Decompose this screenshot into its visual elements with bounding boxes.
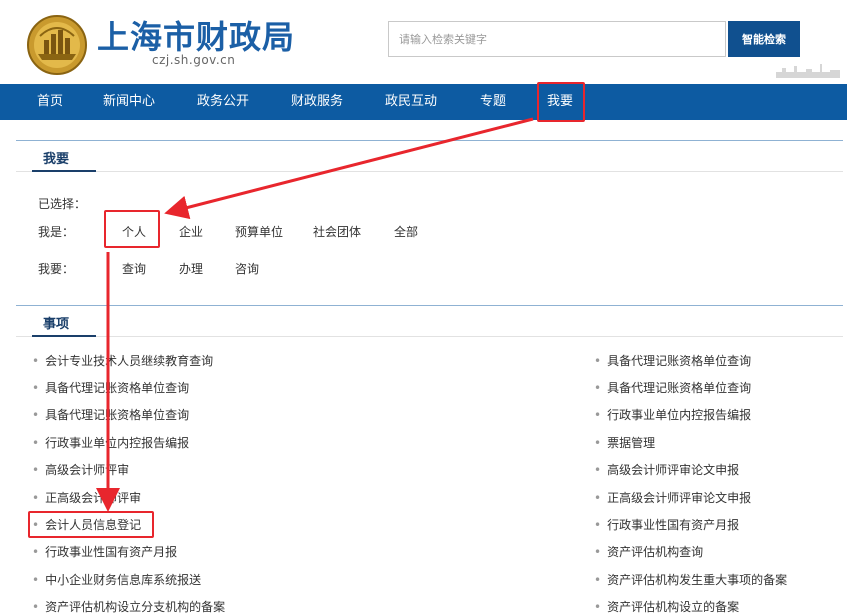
nav-finance-services[interactable]: 财政服务 [291, 84, 343, 120]
list-item[interactable]: • 中小企业财务信息库系统报送 [32, 571, 201, 588]
nav-topics[interactable]: 专题 [480, 84, 506, 120]
site-title: 上海市财政局 [97, 18, 296, 56]
list-item[interactable]: • 票据管理 [594, 434, 655, 451]
items-section-title: 事项 [43, 317, 70, 332]
search-input[interactable] [388, 21, 726, 57]
action-option-query[interactable]: 查询 [122, 260, 146, 277]
registration-highlight-box [28, 511, 154, 538]
action-option-handle[interactable]: 办理 [179, 260, 203, 277]
nav-public-interaction[interactable]: 政民互动 [385, 84, 437, 120]
action-label: 我要： [38, 262, 75, 276]
site-header: 上海市财政局 czj.sh.gov.cn 智能检索 [0, 0, 847, 84]
list-item[interactable]: • 资产评估机构设立的备案 [594, 598, 739, 615]
list-item[interactable]: • 资产评估机构发生重大事项的备案 [594, 571, 787, 588]
list-item[interactable]: • 高级会计师评审 [32, 461, 129, 478]
list-item[interactable]: • 具备代理记账资格单位查询 [594, 379, 751, 396]
main-nav: 首页 新闻中心 政务公开 财政服务 政民互动 专题 我要 [0, 84, 847, 120]
individual-highlight-box [104, 210, 160, 248]
nav-government-affairs[interactable]: 政务公开 [197, 84, 249, 120]
items-section-header: 事项 [16, 305, 843, 337]
identity-option-all[interactable]: 全部 [394, 223, 418, 240]
smart-search-button[interactable]: 智能检索 [728, 21, 800, 57]
site-domain: czj.sh.gov.cn [152, 53, 236, 67]
list-item[interactable]: • 高级会计师评审论文申报 [594, 461, 739, 478]
identity-option-social-group[interactable]: 社会团体 [313, 223, 361, 240]
woyao-section-title: 我要 [43, 152, 70, 167]
city-emblem-logo [27, 15, 87, 75]
nav-news-center[interactable]: 新闻中心 [103, 84, 155, 120]
action-option-consult[interactable]: 咨询 [235, 260, 259, 277]
list-item[interactable]: • 会计专业技术人员继续教育查询 [32, 352, 213, 369]
list-item[interactable]: • 正高级会计师评审论文申报 [594, 489, 751, 506]
list-item[interactable]: • 行政事业单位内控报告编报 [594, 406, 751, 423]
list-item[interactable]: • 正高级会计师评审 [32, 489, 141, 506]
list-item[interactable]: • 具备代理记账资格单位查询 [32, 406, 189, 423]
selected-label: 已选择： [38, 197, 87, 211]
list-item[interactable]: • 资产评估机构查询 [594, 543, 703, 560]
list-item[interactable]: • 行政事业性国有资产月报 [594, 516, 739, 533]
list-item[interactable]: • 具备代理记账资格单位查询 [32, 379, 189, 396]
section-underline [32, 170, 96, 172]
identity-label: 我是： [38, 225, 75, 239]
list-item[interactable]: • 行政事业性国有资产月报 [32, 543, 177, 560]
skyline-decoration-icon [776, 64, 840, 78]
list-item[interactable]: • 资产评估机构设立分支机构的备案 [32, 598, 225, 615]
nav-home[interactable]: 首页 [37, 84, 63, 120]
list-item[interactable]: • 具备代理记账资格单位查询 [594, 352, 751, 369]
list-item[interactable]: • 行政事业单位内控报告编报 [32, 434, 189, 451]
identity-option-enterprise[interactable]: 企业 [179, 223, 203, 240]
identity-option-budget-unit[interactable]: 预算单位 [235, 223, 283, 240]
section-underline [32, 335, 96, 337]
nav-woyao-highlight-box [537, 82, 585, 122]
woyao-section-header: 我要 [16, 140, 843, 172]
